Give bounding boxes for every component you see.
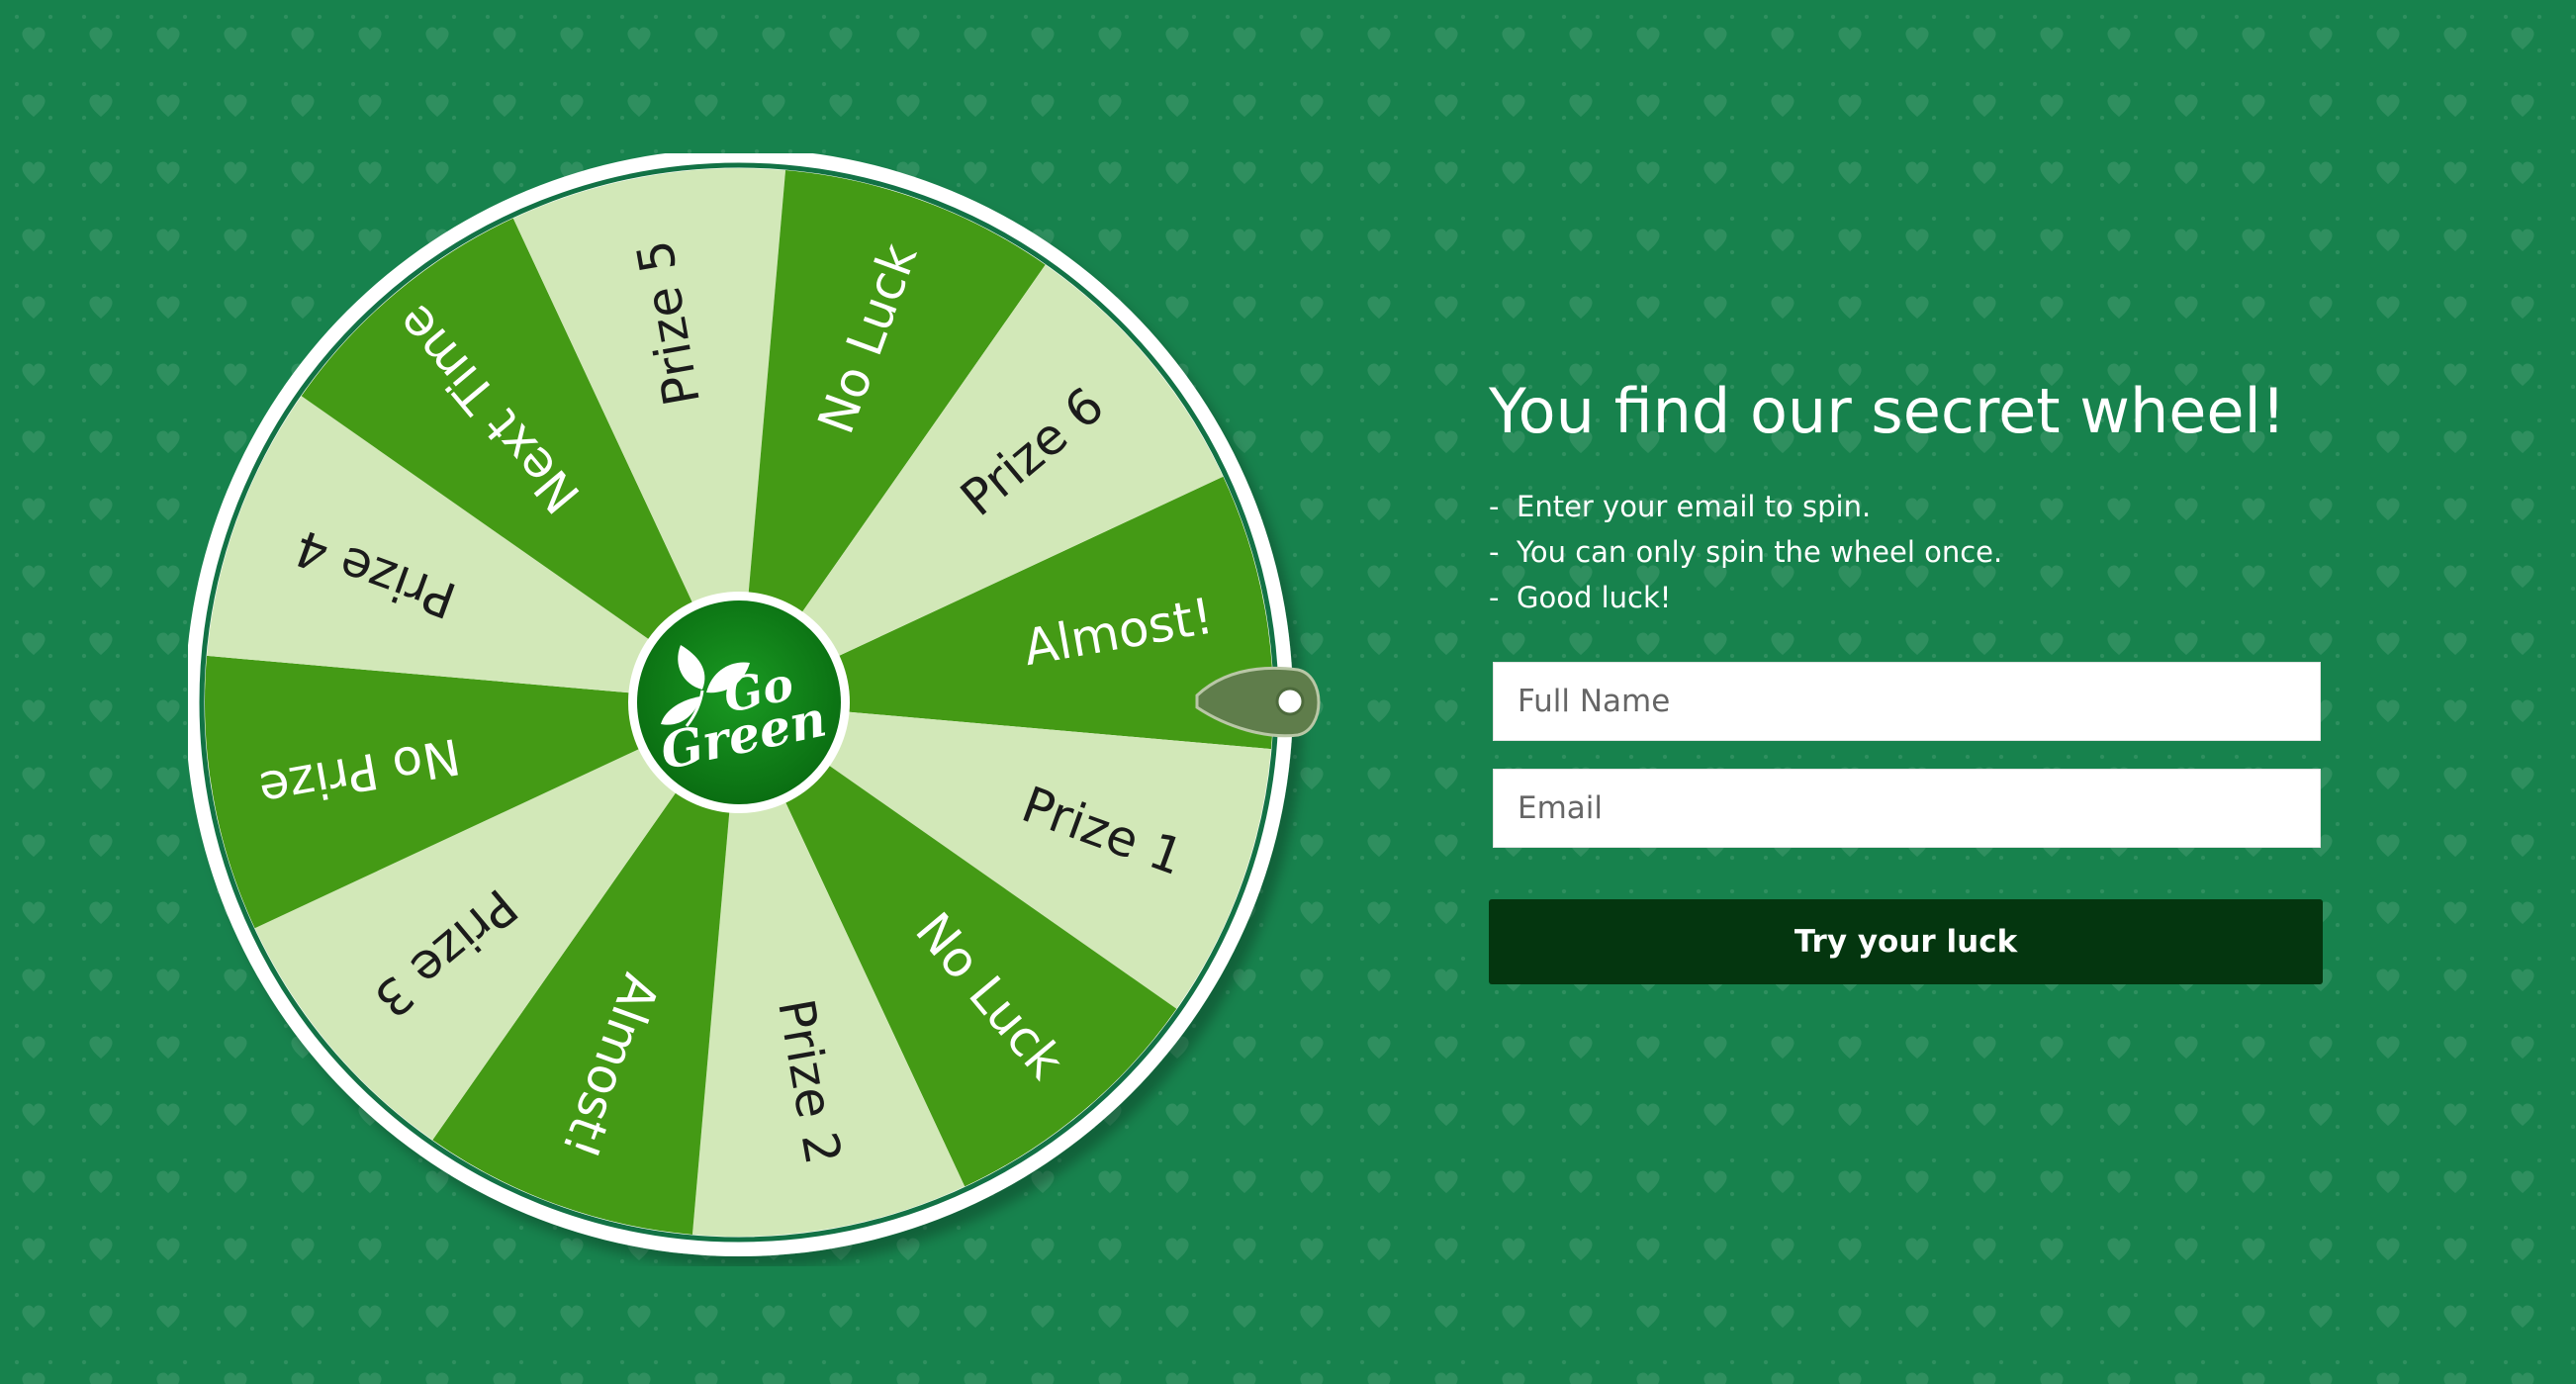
try-your-luck-button[interactable]: Try your luck	[1489, 899, 2323, 985]
rule-item: - Good luck!	[1489, 575, 2325, 620]
wheel-graphic: Almost!Prize 1No LuckPrize 2Almost!Prize…	[188, 153, 1321, 1256]
full-name-input[interactable]	[1493, 662, 2321, 742]
rule-item: - You can only spin the wheel once.	[1489, 529, 2325, 575]
page-title: You find our secret wheel!	[1489, 375, 2286, 447]
prize-wheel[interactable]: Almost! Prize 1 No Luck Prize 2 Almost! Prize…	[188, 153, 1335, 1266]
entry-panel: You find our secret wheel! - Enter your e…	[1489, 375, 2325, 985]
rule-text: Good luck!	[1517, 581, 1672, 615]
rule-item: - Enter your email to spin.	[1489, 484, 2325, 529]
rules-list: - Enter your email to spin. - You can only…	[1489, 484, 2325, 620]
rule-text: Enter your email to spin.	[1517, 490, 1872, 524]
rule-dash: -	[1489, 490, 1500, 524]
email-input[interactable]	[1493, 769, 2321, 849]
rule-text: You can only spin the wheel once.	[1517, 535, 2003, 570]
rule-dash: -	[1489, 581, 1500, 615]
rule-dash: -	[1489, 535, 1500, 570]
